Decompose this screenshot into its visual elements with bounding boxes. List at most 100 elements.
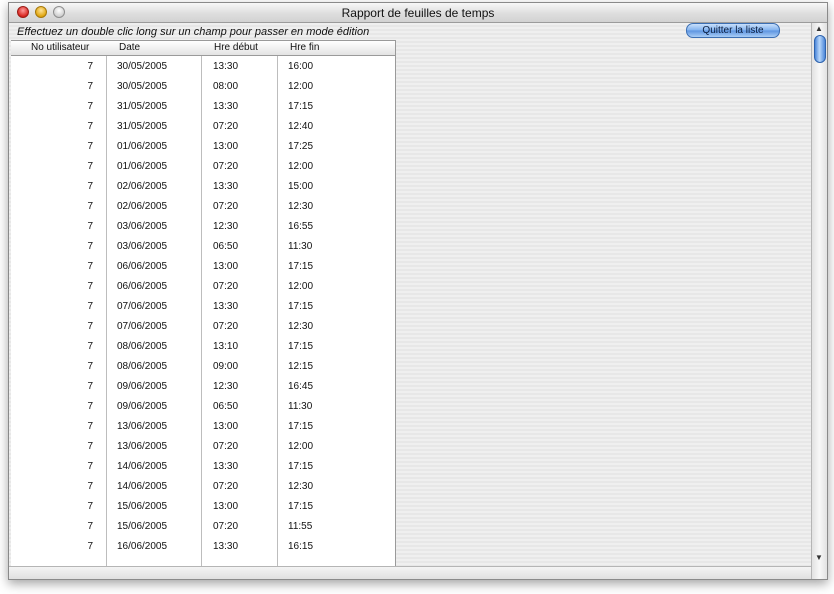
table-row[interactable]: 7 07/06/2005 07:20 12:30: [11, 318, 395, 338]
cell-user[interactable]: 7: [11, 161, 93, 172]
scroll-up-arrow-icon[interactable]: ▲: [815, 25, 823, 33]
cell-user[interactable]: 7: [11, 261, 93, 272]
cell-user[interactable]: 7: [11, 321, 93, 332]
cell-date[interactable]: 02/06/2005: [117, 181, 167, 192]
cell-user[interactable]: 7: [11, 241, 93, 252]
horizontal-scrollbar[interactable]: [9, 566, 811, 579]
cell-end-time[interactable]: 17:15: [288, 301, 313, 312]
cell-start-time[interactable]: 12:30: [213, 381, 238, 392]
cell-user[interactable]: 7: [11, 301, 93, 312]
cell-end-time[interactable]: 11:55: [288, 521, 312, 532]
cell-start-time[interactable]: 07:20: [213, 281, 238, 292]
table-row[interactable]: 7 01/06/2005 13:00 17:25: [11, 138, 395, 158]
cell-date[interactable]: 09/06/2005: [117, 381, 167, 392]
cell-user[interactable]: 7: [11, 221, 93, 232]
cell-user[interactable]: 7: [11, 341, 93, 352]
cell-end-time[interactable]: 17:15: [288, 501, 313, 512]
cell-end-time[interactable]: 12:00: [288, 161, 313, 172]
cell-date[interactable]: 09/06/2005: [117, 401, 167, 412]
table-row[interactable]: 7 02/06/2005 07:20 12:30: [11, 198, 395, 218]
cell-user[interactable]: 7: [11, 281, 93, 292]
cell-user[interactable]: 7: [11, 81, 93, 92]
table-row[interactable]: 7 03/06/2005 12:30 16:55: [11, 218, 395, 238]
cell-date[interactable]: 03/06/2005: [117, 241, 167, 252]
cell-date[interactable]: 07/06/2005: [117, 321, 167, 332]
table-row[interactable]: 7 03/06/2005 06:50 11:30: [11, 238, 395, 258]
cell-user[interactable]: 7: [11, 181, 93, 192]
column-header-start[interactable]: Hre début: [214, 42, 258, 53]
scroll-thumb[interactable]: [814, 35, 826, 63]
cell-date[interactable]: 03/06/2005: [117, 221, 167, 232]
cell-date[interactable]: 30/05/2005: [117, 81, 167, 92]
cell-date[interactable]: 30/05/2005: [117, 61, 167, 72]
cell-date[interactable]: 08/06/2005: [117, 341, 167, 352]
table-row[interactable]: 7 31/05/2005 13:30 17:15: [11, 98, 395, 118]
cell-start-time[interactable]: 07:20: [213, 521, 238, 532]
cell-start-time[interactable]: 13:30: [213, 181, 238, 192]
table-row[interactable]: 7 30/05/2005 08:00 12:00: [11, 78, 395, 98]
cell-date[interactable]: 06/06/2005: [117, 281, 167, 292]
cell-user[interactable]: 7: [11, 521, 93, 532]
cell-start-time[interactable]: 07:20: [213, 481, 238, 492]
scroll-down-arrow-icon[interactable]: ▼: [815, 554, 823, 562]
cell-date[interactable]: 06/06/2005: [117, 261, 167, 272]
cell-end-time[interactable]: 12:15: [288, 361, 313, 372]
cell-end-time[interactable]: 17:15: [288, 421, 313, 432]
column-header-date[interactable]: Date: [119, 42, 140, 53]
cell-end-time[interactable]: 17:15: [288, 101, 313, 112]
cell-date[interactable]: 14/06/2005: [117, 461, 167, 472]
cell-user[interactable]: 7: [11, 361, 93, 372]
cell-date[interactable]: 31/05/2005: [117, 101, 167, 112]
cell-start-time[interactable]: 12:30: [213, 221, 238, 232]
cell-end-time[interactable]: 12:00: [288, 281, 313, 292]
cell-end-time[interactable]: 15:00: [288, 181, 313, 192]
table-row[interactable]: 7 15/06/2005 13:00 17:15: [11, 498, 395, 518]
cell-user[interactable]: 7: [11, 461, 93, 472]
column-header-user[interactable]: No utilisateur: [31, 42, 89, 53]
cell-end-time[interactable]: 16:00: [288, 61, 313, 72]
cell-date[interactable]: 13/06/2005: [117, 441, 167, 452]
column-header-end[interactable]: Hre fin: [290, 42, 319, 53]
cell-start-time[interactable]: 13:00: [213, 261, 238, 272]
cell-end-time[interactable]: 11:30: [288, 401, 312, 412]
table-row[interactable]: 7 15/06/2005 07:20 11:55: [11, 518, 395, 538]
table-row[interactable]: 7 13/06/2005 13:00 17:15: [11, 418, 395, 438]
cell-start-time[interactable]: 07:20: [213, 321, 238, 332]
table-row[interactable]: 7 09/06/2005 06:50 11:30: [11, 398, 395, 418]
table-row[interactable]: 7 13/06/2005 07:20 12:00: [11, 438, 395, 458]
table-row[interactable]: 7 09/06/2005 12:30 16:45: [11, 378, 395, 398]
cell-start-time[interactable]: 07:20: [213, 161, 238, 172]
cell-user[interactable]: 7: [11, 501, 93, 512]
cell-end-time[interactable]: 12:40: [288, 121, 313, 132]
cell-date[interactable]: 01/06/2005: [117, 141, 167, 152]
cell-start-time[interactable]: 13:00: [213, 141, 238, 152]
cell-date[interactable]: 15/06/2005: [117, 501, 167, 512]
table-row[interactable]: 7 31/05/2005 07:20 12:40: [11, 118, 395, 138]
cell-user[interactable]: 7: [11, 381, 93, 392]
cell-start-time[interactable]: 13:30: [213, 301, 238, 312]
table-row[interactable]: 7 08/06/2005 09:00 12:15: [11, 358, 395, 378]
cell-user[interactable]: 7: [11, 101, 93, 112]
table-row[interactable]: 7 16/06/2005 13:30 16:15: [11, 538, 395, 558]
cell-end-time[interactable]: 17:25: [288, 141, 313, 152]
cell-end-time[interactable]: 16:45: [288, 381, 313, 392]
cell-date[interactable]: 16/06/2005: [117, 541, 167, 552]
table-row[interactable]: 7 30/05/2005 13:30 16:00: [11, 58, 395, 78]
cell-user[interactable]: 7: [11, 441, 93, 452]
cell-start-time[interactable]: 09:00: [213, 361, 238, 372]
cell-start-time[interactable]: 13:00: [213, 501, 238, 512]
quit-list-button[interactable]: Quitter la liste: [686, 23, 780, 38]
cell-end-time[interactable]: 12:30: [288, 201, 313, 212]
cell-date[interactable]: 15/06/2005: [117, 521, 167, 532]
cell-user[interactable]: 7: [11, 541, 93, 552]
cell-start-time[interactable]: 07:20: [213, 121, 238, 132]
cell-user[interactable]: 7: [11, 481, 93, 492]
cell-date[interactable]: 13/06/2005: [117, 421, 167, 432]
cell-start-time[interactable]: 07:20: [213, 201, 238, 212]
cell-start-time[interactable]: 13:30: [213, 101, 238, 112]
table-row[interactable]: 7 07/06/2005 13:30 17:15: [11, 298, 395, 318]
cell-start-time[interactable]: 13:30: [213, 461, 238, 472]
cell-user[interactable]: 7: [11, 121, 93, 132]
table-row[interactable]: 7 14/06/2005 07:20 12:30: [11, 478, 395, 498]
cell-end-time[interactable]: 16:15: [288, 541, 313, 552]
